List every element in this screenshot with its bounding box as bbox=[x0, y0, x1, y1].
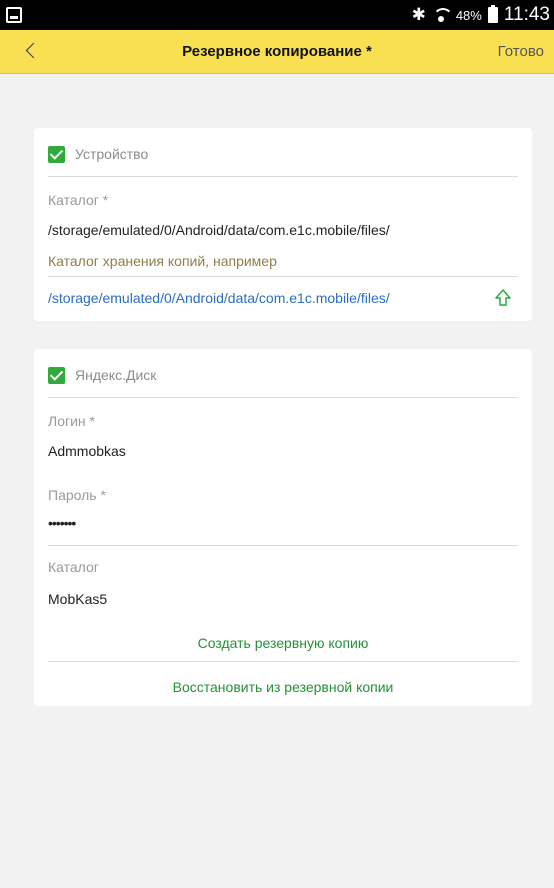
status-time: 11:43 bbox=[503, 4, 550, 25]
status-bar: ✱ 48% 11:43 bbox=[0, 0, 554, 30]
wifi-icon bbox=[432, 6, 453, 24]
restore-backup-button[interactable]: Восстановить из резервной копии bbox=[34, 669, 532, 705]
yandex-catalog-label: Каталог bbox=[48, 559, 99, 575]
device-checkbox-label: Устройство bbox=[75, 146, 149, 162]
yandex-checkbox-row[interactable]: Яндекс.Диск bbox=[48, 363, 156, 387]
device-catalog-hint: Каталог хранения копий, например bbox=[48, 253, 277, 269]
yandex-checkbox-checked-icon[interactable] bbox=[48, 366, 65, 384]
example-path-link[interactable]: /storage/emulated/0/Android/data/com.e1c… bbox=[48, 290, 390, 306]
password-label: Пароль * bbox=[48, 487, 106, 503]
login-label: Логин * bbox=[48, 413, 95, 429]
login-input[interactable]: Admmobkas bbox=[48, 443, 126, 459]
device-catalog-label: Каталог * bbox=[48, 192, 109, 208]
battery-icon bbox=[487, 5, 498, 23]
divider bbox=[48, 661, 518, 662]
divider bbox=[48, 276, 518, 277]
device-checkbox-row[interactable]: Устройство bbox=[48, 142, 148, 166]
create-backup-button[interactable]: Создать резервную копию bbox=[34, 625, 532, 661]
yandex-checkbox-label: Яндекс.Диск bbox=[75, 367, 157, 383]
divider bbox=[48, 545, 518, 546]
device-catalog-input[interactable]: /storage/emulated/0/Android/data/com.e1c… bbox=[48, 222, 390, 238]
device-card: Устройство Каталог * /storage/emulated/0… bbox=[34, 128, 532, 321]
yandex-disk-card: Яндекс.Диск Логин * Admmobkas Пароль * •… bbox=[34, 349, 532, 706]
done-button[interactable]: Готово bbox=[498, 30, 544, 74]
password-input[interactable]: ••••••• bbox=[48, 515, 76, 531]
back-chevron-icon[interactable] bbox=[22, 39, 46, 63]
top-bar: Резервное копирование * Готово bbox=[0, 30, 554, 74]
upload-arrow-icon[interactable] bbox=[494, 288, 512, 308]
yandex-catalog-input[interactable]: MobKas5 bbox=[48, 591, 107, 607]
device-checkbox-checked-icon[interactable] bbox=[48, 145, 65, 163]
status-bar-right: ✱ 48% 11:43 bbox=[412, 0, 550, 30]
divider bbox=[48, 397, 518, 398]
page-title: Резервное копирование * bbox=[182, 43, 372, 60]
bluetooth-icon: ✱ bbox=[411, 5, 426, 25]
battery-percent: 48% bbox=[455, 7, 482, 23]
screenshot-notification-icon bbox=[6, 7, 22, 23]
divider bbox=[48, 176, 518, 177]
